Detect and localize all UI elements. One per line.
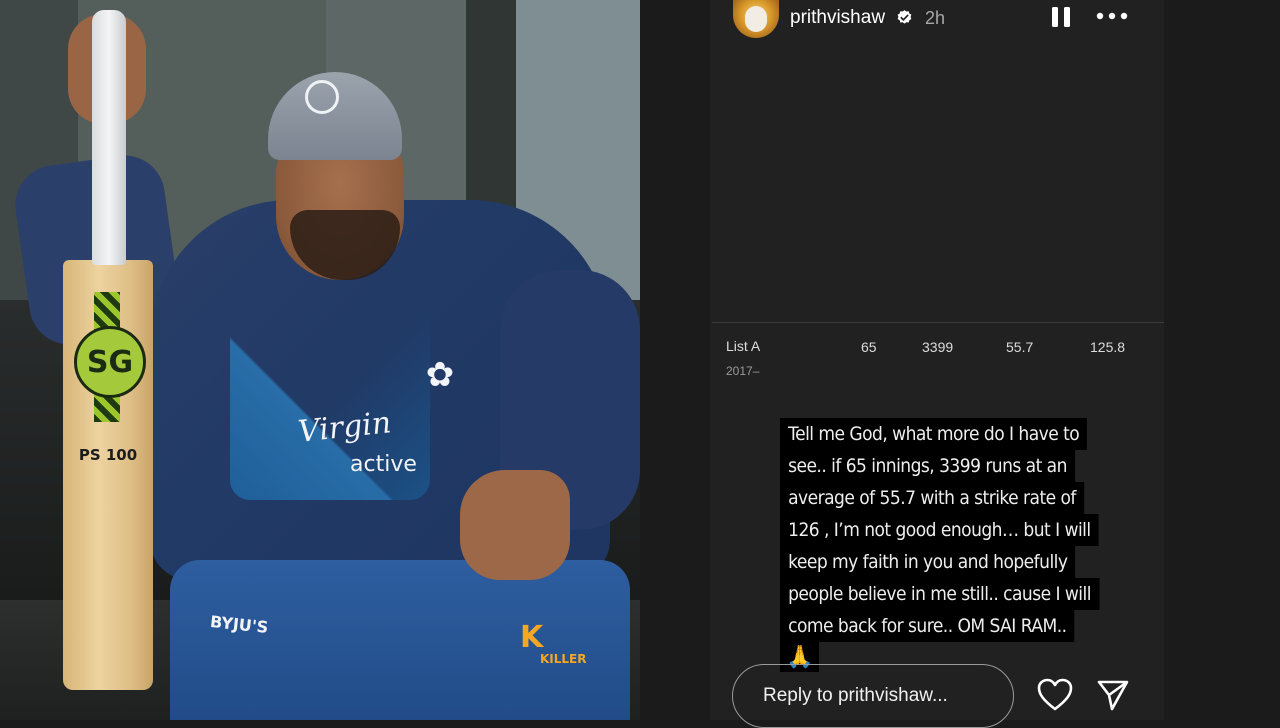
bat-signature: PS 100 [78, 446, 138, 464]
reply-placeholder: Reply to prithvishaw... [763, 685, 948, 706]
story-caption: Tell me God, what more do I have to see.… [780, 418, 1100, 672]
stat-row-label: List A [726, 338, 761, 354]
stat-row-years: 2017– [726, 364, 760, 378]
stat-innings: 65 [861, 339, 877, 355]
story-side-right [1164, 0, 1280, 720]
caption-line: see.. if 65 innings, 3399 runs at an [780, 450, 1076, 482]
bat-logo: SG [74, 326, 146, 398]
verified-badge-icon [897, 10, 912, 24]
caption-line: 126 , I’m not good enough… but I will [780, 514, 1099, 546]
caption-line: average of 55.7 with a strike rate of [780, 482, 1085, 514]
caption-line: keep my faith in you and hopefully [780, 546, 1076, 578]
more-horizontal-icon[interactable] [1096, 8, 1128, 24]
caption-line: people believe in me still.. cause I wil… [780, 578, 1100, 610]
story-username[interactable]: prithvishaw [790, 7, 885, 29]
stats-divider [712, 322, 1164, 323]
caption-line: Tell me God, what more do I have to [780, 418, 1088, 450]
heart-icon[interactable] [1037, 678, 1073, 712]
caption-line: come back for sure.. OM SAI RAM.. [780, 610, 1075, 642]
send-icon[interactable] [1096, 678, 1130, 712]
story-time: 2h [925, 8, 946, 28]
reply-input[interactable]: Reply to prithvishaw... [732, 664, 1014, 728]
story-side-left [640, 0, 710, 720]
rose-crest-icon: ✿ [425, 356, 455, 394]
pause-icon[interactable] [1050, 5, 1072, 29]
thumbs-up-hand [460, 470, 570, 580]
player-shorts [170, 560, 630, 720]
stat-strike-rate: 125.8 [1090, 339, 1126, 355]
stat-average: 55.7 [1006, 339, 1034, 355]
shorts-sponsor-right-sub: KILLER [540, 652, 587, 666]
cricket-bat-handle [92, 10, 126, 265]
avatar-image [745, 6, 767, 32]
shorts-sponsor-right: K [520, 620, 544, 655]
cap-logo-icon [305, 80, 339, 114]
jersey-sponsor-sub: active [350, 452, 417, 477]
story-photo: SG PS 100 Virgin active ✿ BYJU'S K KILLE… [0, 0, 640, 720]
stat-runs: 3399 [922, 339, 954, 355]
